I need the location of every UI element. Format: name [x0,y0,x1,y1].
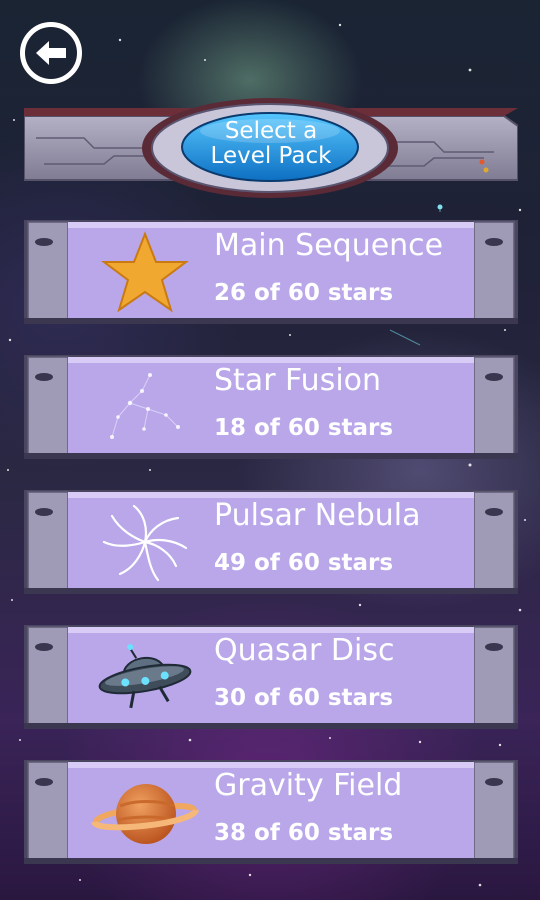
star-icon [101,231,189,313]
constellation-icon [110,373,180,439]
level-pack-quasar-disc[interactable]: Quasar Disc 30 of 60 stars [24,623,518,731]
level-pack-gravity-field[interactable]: Gravity Field 38 of 60 stars [24,758,518,866]
pack-title: Quasar Disc [214,633,395,668]
pack-title: Pulsar Nebula [214,498,421,533]
page-title: Select a Level Pack [188,110,354,178]
ufo-icon [98,644,192,709]
level-pack-pulsar-nebula[interactable]: Pulsar Nebula 49 of 60 stars [24,488,518,596]
back-button[interactable] [20,22,82,84]
pack-star-count: 38 of 60 stars [214,820,394,846]
pack-title: Star Fusion [214,363,382,398]
level-pack-main-sequence[interactable]: Main Sequence 26 of 60 stars [24,218,518,326]
level-pack-star-fusion[interactable]: Star Fusion 18 of 60 stars [24,353,518,461]
pack-star-count: 30 of 60 stars [214,685,394,711]
page-title-line2: Level Pack [210,143,332,169]
pack-star-count: 26 of 60 stars [214,280,394,306]
spiral-icon [102,504,188,582]
pack-title: Gravity Field [214,768,403,803]
pack-title: Main Sequence [214,228,444,263]
arrow-left-icon [36,41,66,65]
pack-star-count: 49 of 60 stars [214,550,394,576]
planet-icon [91,784,199,844]
page-title-line1: Select a [224,118,318,144]
pack-star-count: 18 of 60 stars [214,415,394,441]
